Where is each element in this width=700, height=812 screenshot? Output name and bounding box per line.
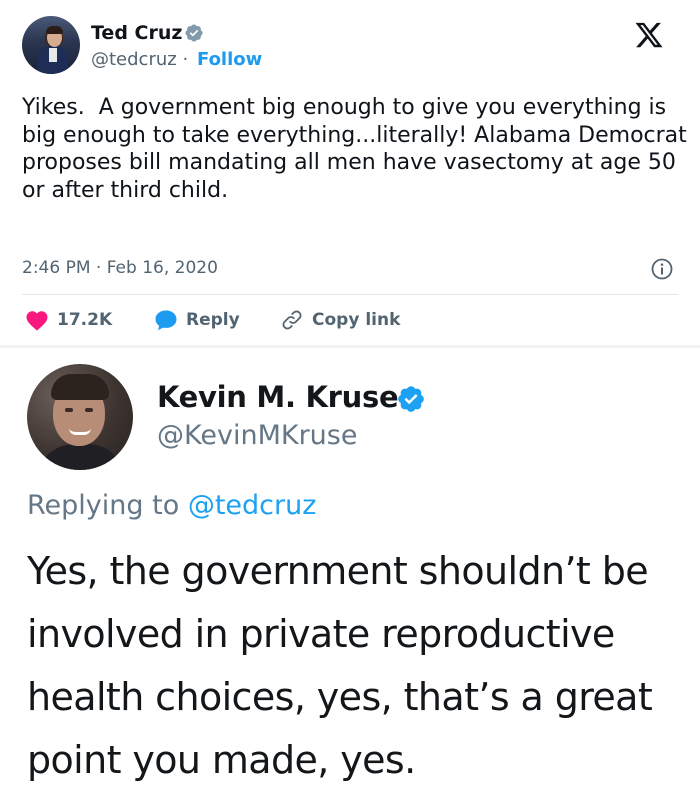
x-logo-icon[interactable] <box>633 20 665 50</box>
author-name[interactable]: Ted Cruz <box>91 22 182 44</box>
avatar-eye <box>85 408 93 412</box>
divider <box>22 294 678 295</box>
reply-author-avatar[interactable] <box>27 364 133 470</box>
tweet-embed-card: Ted Cruz @tedcruz · Follow Yikes. A gove… <box>0 0 700 345</box>
replying-to-line: Replying to @tedcruz <box>27 490 316 521</box>
verified-badge-icon <box>185 24 203 42</box>
handle-separator: · <box>182 49 189 70</box>
heart-icon <box>26 311 48 331</box>
tweet-timestamp[interactable]: 2:46 PM · Feb 16, 2020 <box>22 258 218 278</box>
follow-button[interactable]: Follow <box>197 49 262 70</box>
author-handle[interactable]: @tedcruz <box>91 49 177 70</box>
reply-tweet: Kevin M. Kruse @KevinMKruse Replying to … <box>0 348 700 812</box>
verified-badge-icon <box>398 386 424 412</box>
avatar-hair <box>46 26 63 34</box>
avatar-shirt <box>49 48 57 62</box>
reply-button[interactable]: Reply <box>154 307 240 333</box>
author-avatar[interactable] <box>22 16 80 74</box>
link-icon <box>282 310 302 330</box>
like-button[interactable]: 17.2K <box>25 307 112 333</box>
replying-mention-link[interactable]: @tedcruz <box>188 490 317 521</box>
avatar-eye <box>65 408 73 412</box>
copy-link-label: Copy link <box>312 310 401 330</box>
reply-label: Reply <box>186 310 240 330</box>
avatar-shoulders <box>35 444 127 470</box>
info-icon[interactable] <box>650 257 674 281</box>
tweet-text: Yikes. A government big enough to give y… <box>22 95 694 203</box>
reply-text: Yes, the government shouldn’t be involve… <box>27 549 653 782</box>
reply-author-name[interactable]: Kevin M. Kruse <box>157 380 399 414</box>
reply-author-handle[interactable]: @KevinMKruse <box>157 420 357 451</box>
replying-prefix: Replying to <box>27 490 180 521</box>
copy-link-button[interactable]: Copy link <box>280 307 400 333</box>
avatar-smile <box>69 428 91 435</box>
speech-bubble-icon <box>155 310 177 331</box>
like-count: 17.2K <box>57 310 113 330</box>
author-handle-row: @tedcruz · <box>91 49 188 70</box>
avatar-hair <box>51 374 109 400</box>
